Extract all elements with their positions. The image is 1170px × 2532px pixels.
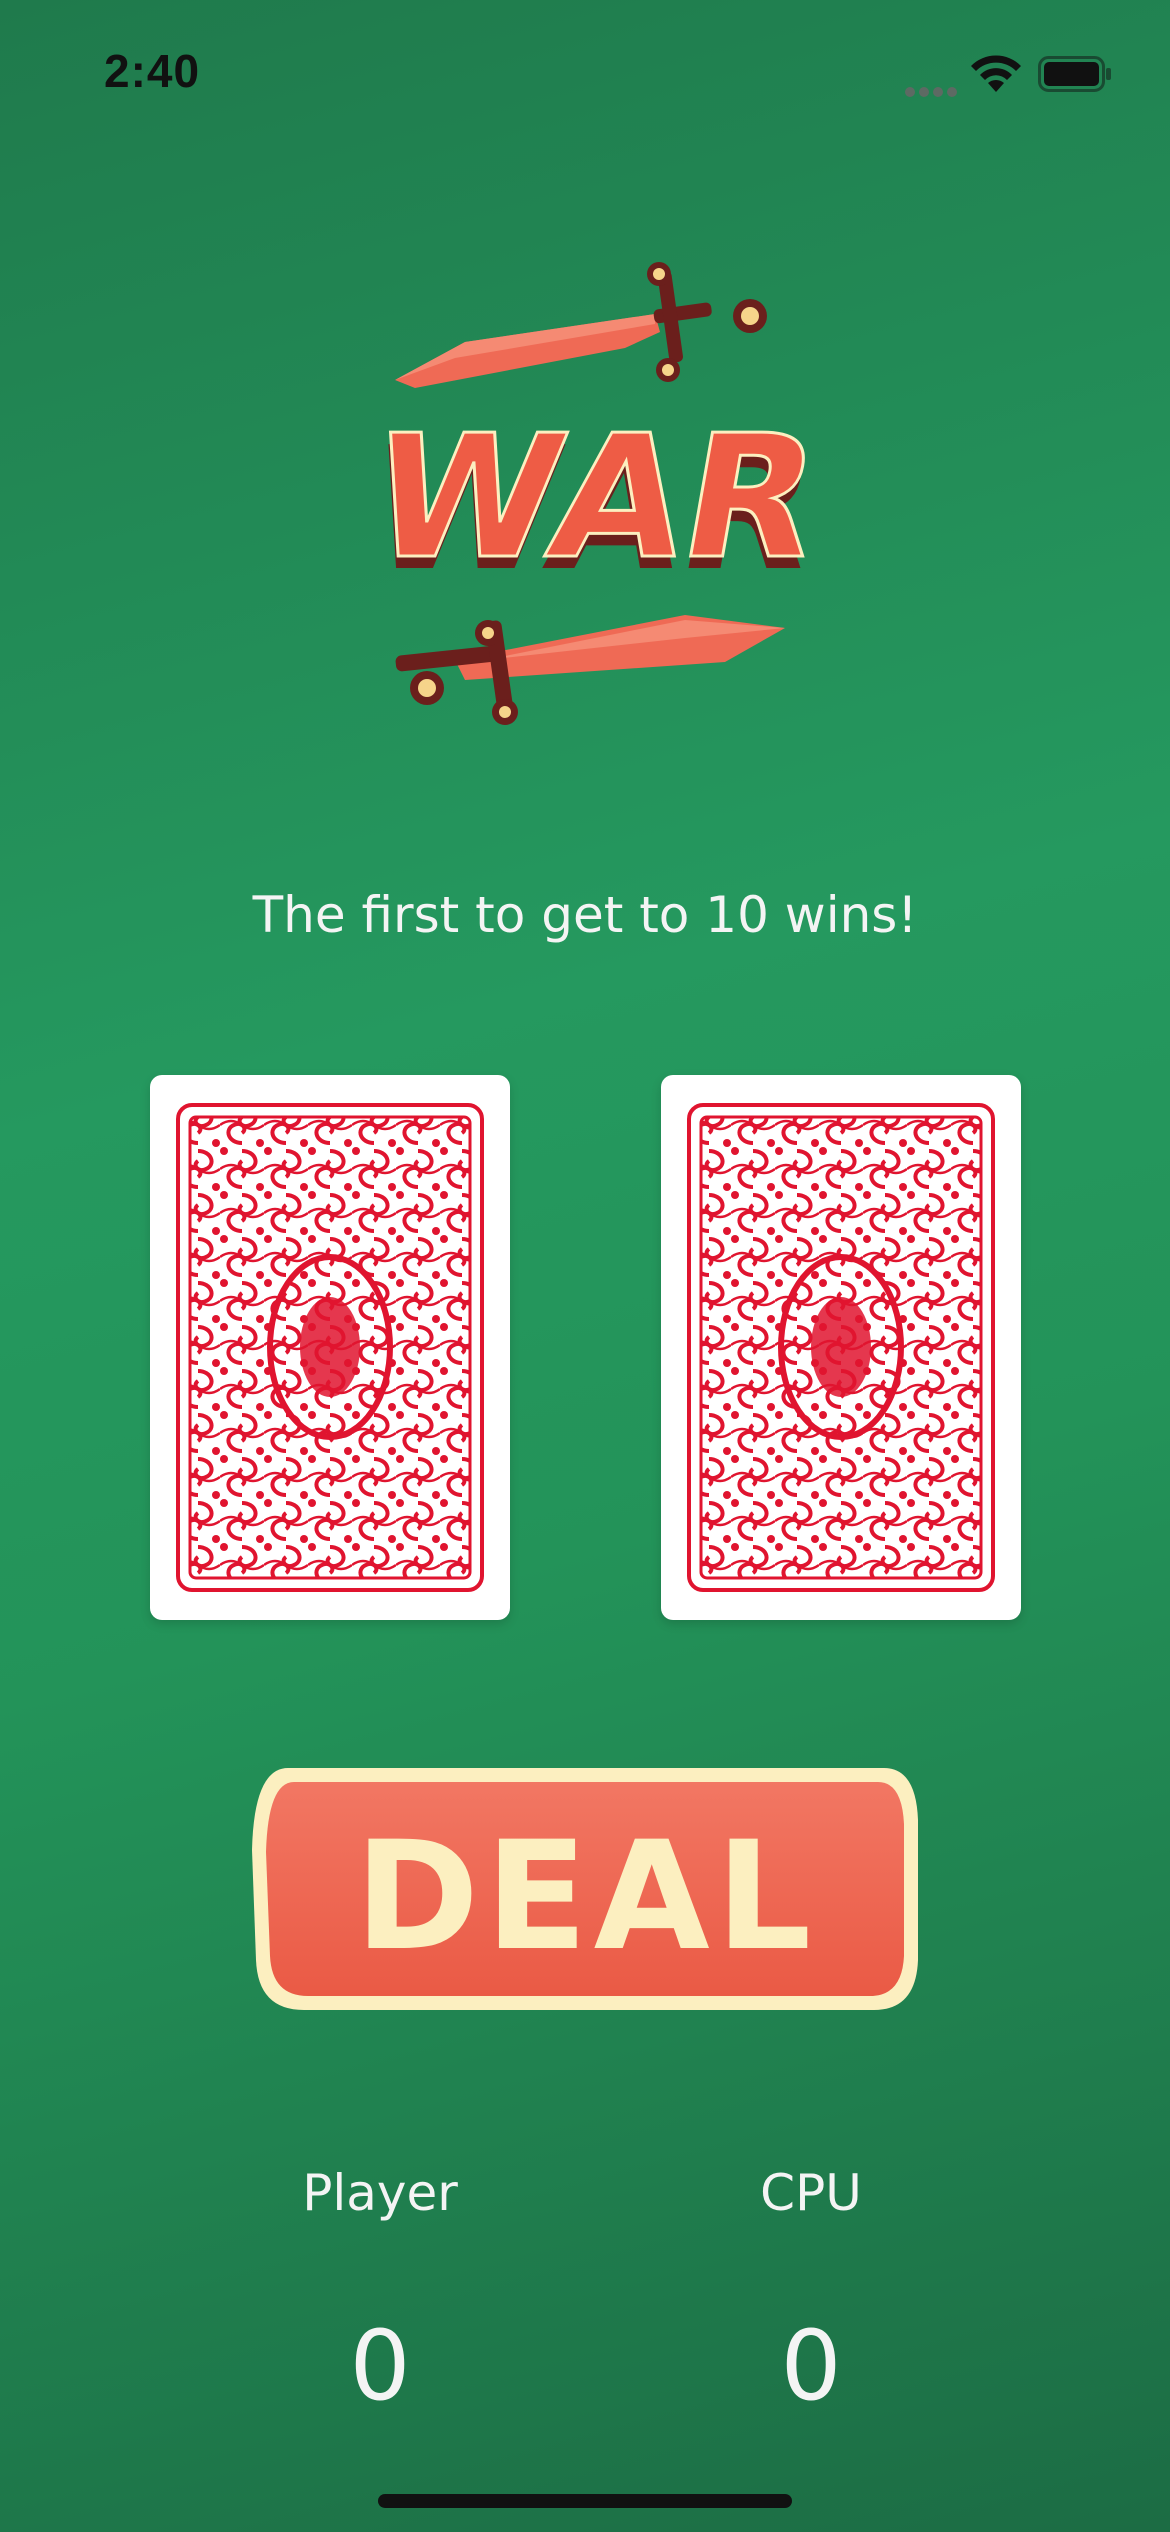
home-indicator[interactable]: [378, 2494, 792, 2508]
player-score-label: Player: [302, 2164, 458, 2222]
war-logo-text: WAR WAR: [355, 398, 805, 609]
war-logo: WAR WAR: [355, 262, 805, 725]
deal-button-label: DEAL: [355, 1810, 818, 1984]
card-back-pattern: [687, 1103, 995, 1592]
cpu-score-label: CPU: [760, 2164, 862, 2222]
deal-button[interactable]: DEAL: [248, 1760, 924, 2018]
svg-text:WAR: WAR: [356, 399, 805, 596]
player-score-value: 0: [349, 2310, 411, 2422]
cpu-score-value: 0: [780, 2310, 842, 2422]
top-sword-icon: [395, 262, 767, 388]
game-rules-text: The first to get to 10 wins!: [252, 886, 918, 944]
bottom-sword-icon: [395, 615, 785, 725]
status-time: 2:40: [104, 45, 201, 97]
card-back-pattern: [176, 1103, 484, 1592]
player-card: [150, 1075, 510, 1620]
wifi-icon: [971, 55, 1021, 92]
battery-icon: [1038, 56, 1111, 92]
cpu-card: [661, 1075, 1021, 1620]
cellular-signal-icon: [905, 84, 961, 102]
status-bar: 2:40: [0, 0, 1170, 140]
